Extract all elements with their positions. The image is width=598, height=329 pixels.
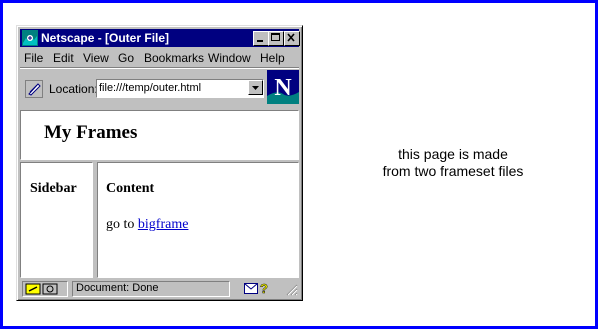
minimize-icon: [257, 40, 263, 42]
sidebar-label: Sidebar: [30, 181, 77, 196]
page-caption: this page is made from two frameset file…: [333, 146, 573, 180]
resize-grip-icon[interactable]: [286, 284, 298, 296]
svg-text:N: N: [274, 75, 292, 101]
netscape-app-icon[interactable]: [22, 30, 38, 46]
chevron-down-icon: [252, 86, 259, 90]
menu-bar: File Edit View Go Bookmarks Window Help: [20, 48, 299, 66]
minimize-button[interactable]: [253, 31, 269, 46]
outer-frame: this page is made from two frameset file…: [0, 0, 598, 329]
content-prefix: go to: [106, 217, 138, 232]
window-title: Netscape - [Outer File]: [41, 31, 170, 45]
menu-edit[interactable]: Edit: [53, 51, 74, 65]
location-dropdown-button[interactable]: [248, 80, 263, 95]
close-icon: [287, 33, 295, 42]
bigframe-link[interactable]: bigframe: [138, 217, 189, 232]
frames-heading: My Frames: [44, 122, 138, 143]
menu-view[interactable]: View: [83, 51, 109, 65]
menu-window[interactable]: Window: [208, 51, 251, 65]
close-button[interactable]: [284, 31, 300, 46]
content-text: go to bigframe: [106, 217, 188, 233]
netscape-n-icon: N: [267, 70, 299, 104]
security-key-icon: [25, 283, 58, 295]
menu-bookmarks[interactable]: Bookmarks: [144, 51, 204, 65]
location-value[interactable]: file:///temp/outer.html: [99, 82, 201, 94]
caption-line-1: this page is made: [398, 146, 508, 162]
location-field[interactable]: file:///temp/outer.html: [96, 79, 264, 98]
maximize-icon: [271, 33, 280, 41]
title-bar[interactable]: Netscape - [Outer File]: [20, 29, 300, 47]
menu-separator: [20, 67, 299, 69]
bookmark-quickfile-icon[interactable]: [25, 80, 43, 98]
content-frame[interactable]: Content go to bigframe: [97, 162, 299, 278]
browser-window: Netscape - [Outer File] File Edit View G…: [16, 25, 303, 301]
top-frame[interactable]: My Frames: [20, 110, 299, 160]
status-text: Document: Done: [76, 282, 159, 294]
sidebar-frame[interactable]: Sidebar: [20, 162, 93, 278]
mail-icon[interactable]: [244, 283, 258, 294]
help-question-icon[interactable]: ?: [259, 281, 269, 295]
maximize-button[interactable]: [268, 31, 284, 46]
status-security-icons[interactable]: [22, 281, 68, 297]
menu-help[interactable]: Help: [260, 51, 285, 65]
status-tray: ?: [232, 281, 284, 295]
menu-file[interactable]: File: [24, 51, 43, 65]
frameset-viewport: My Frames Sidebar Content go to bigframe: [20, 110, 299, 278]
netscape-logo[interactable]: N: [267, 70, 299, 104]
status-bar: Document: Done ?: [20, 279, 299, 297]
svg-text:?: ?: [260, 281, 268, 295]
status-text-panel: Document: Done: [72, 281, 230, 297]
caption-line-2: from two frameset files: [382, 163, 524, 179]
location-toolbar: Location: file:///temp/outer.html N: [20, 70, 299, 106]
menu-go[interactable]: Go: [118, 51, 134, 65]
content-heading: Content: [106, 181, 155, 196]
location-label: Location:: [49, 82, 98, 96]
